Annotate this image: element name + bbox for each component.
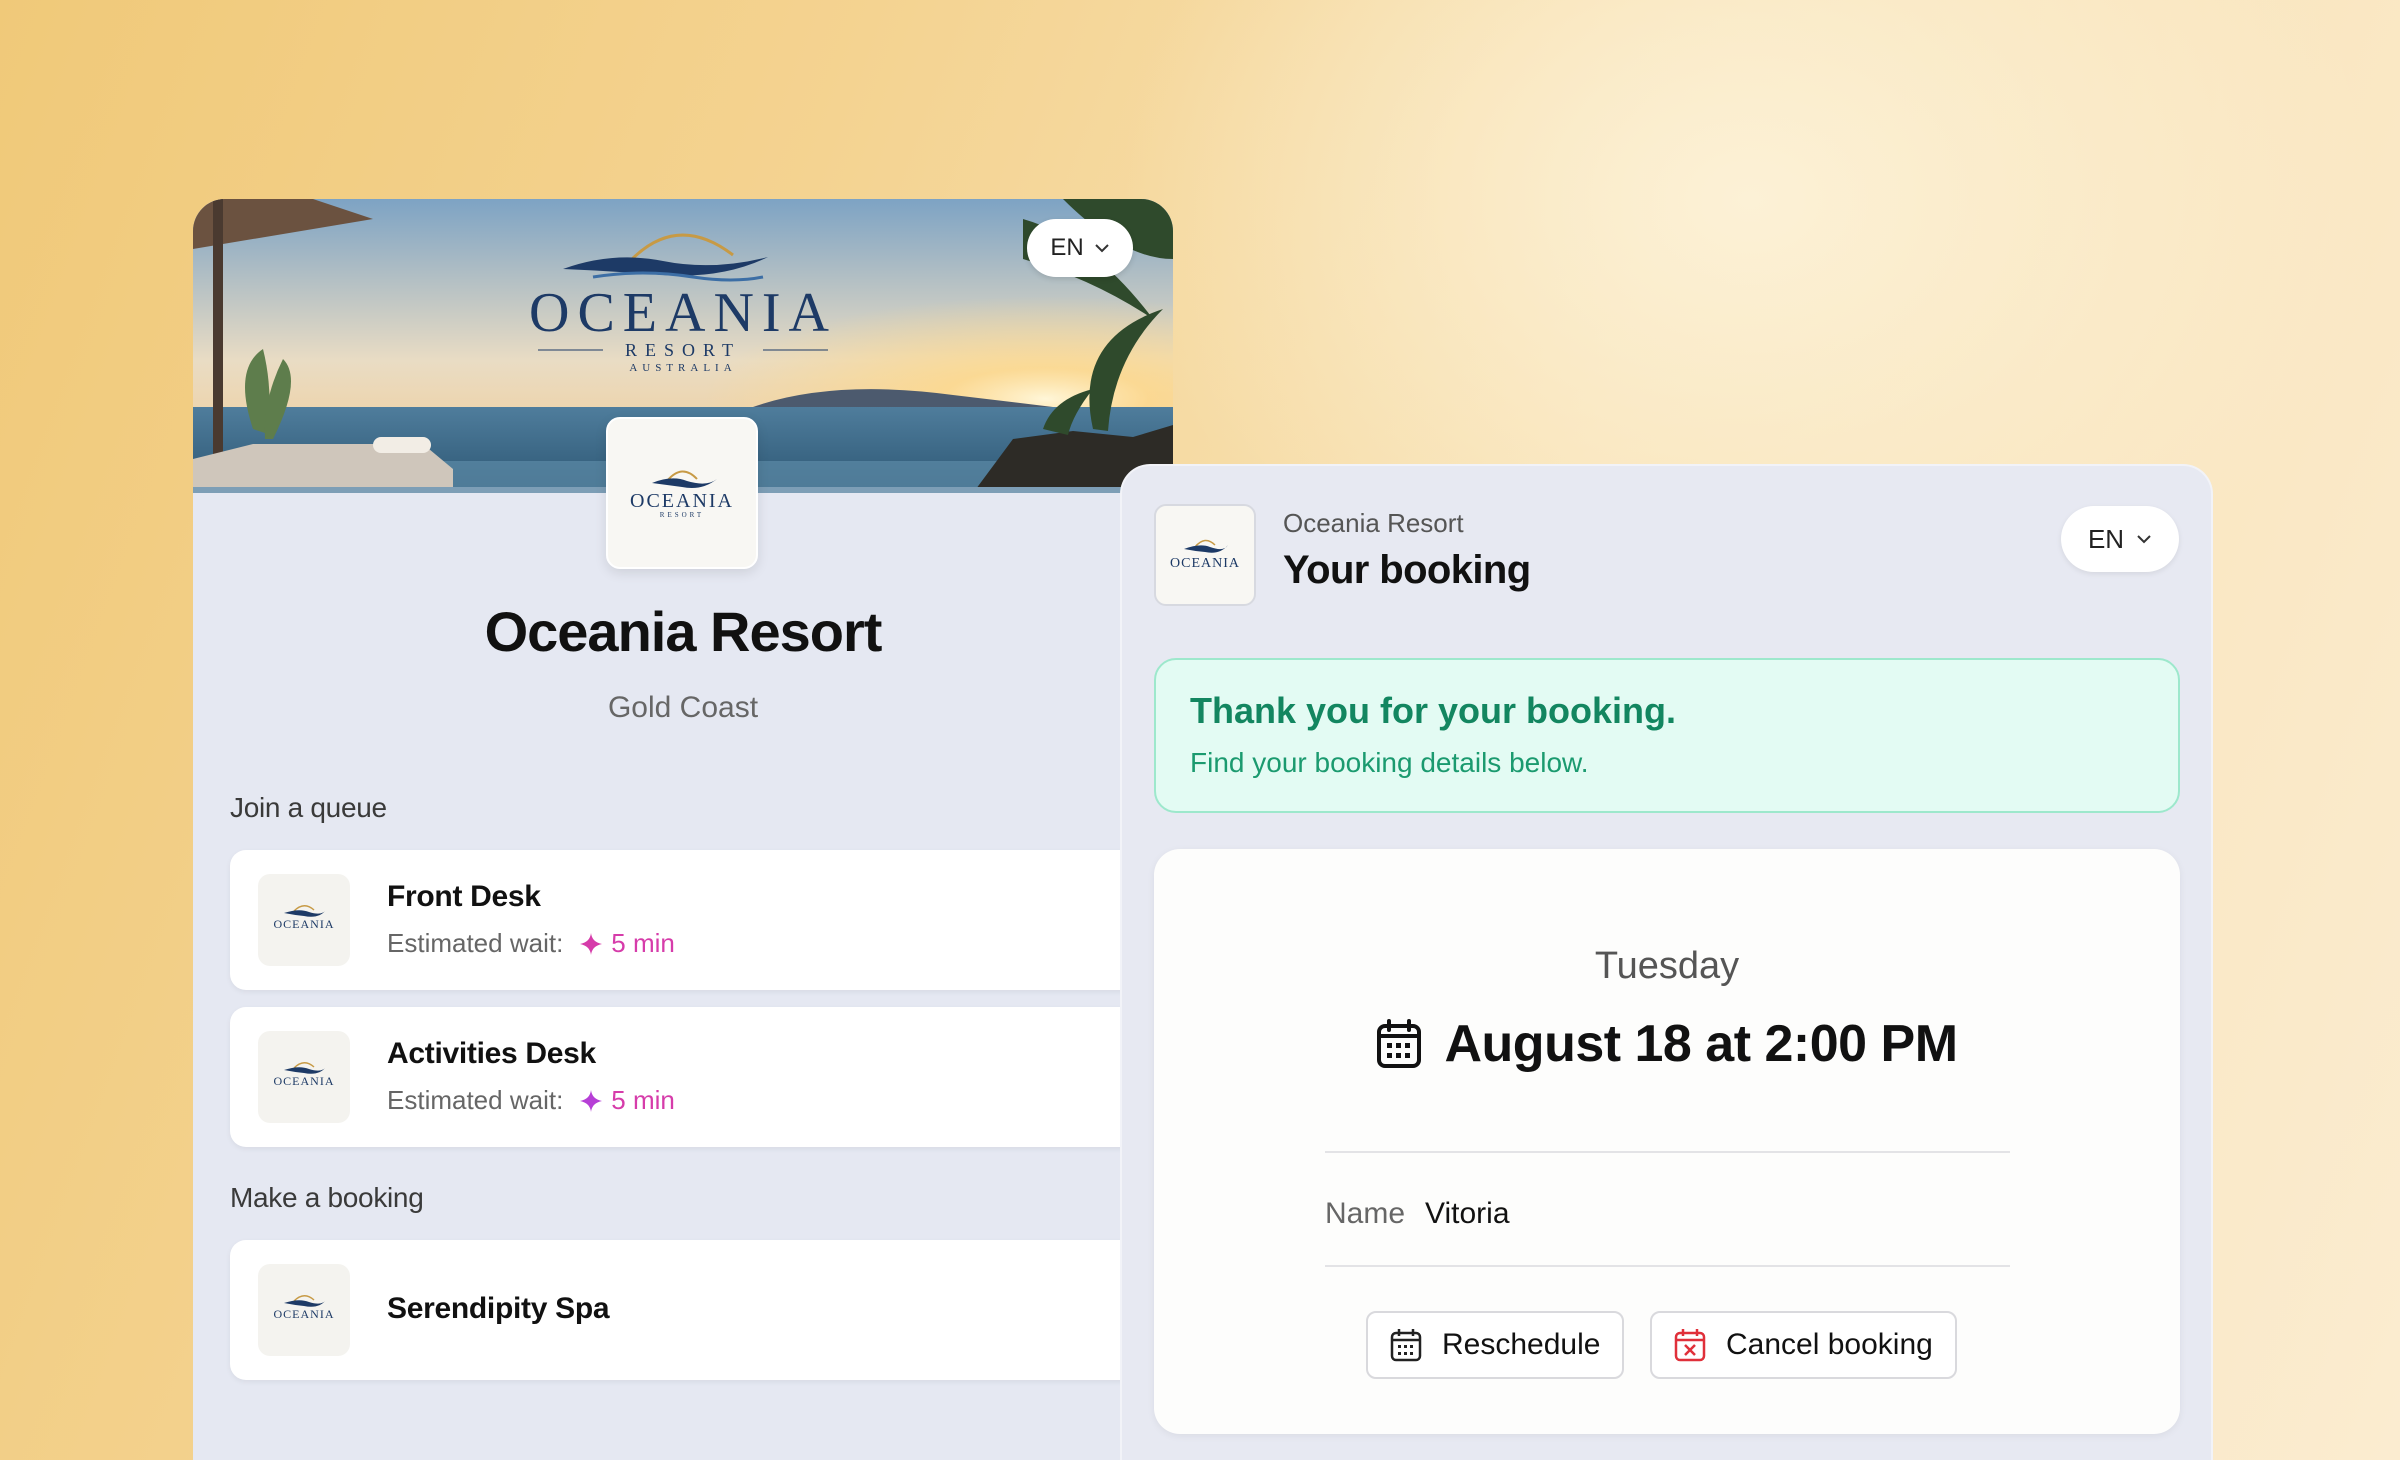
queue-item-front-desk[interactable]: OCEANIA Front Desk Estimated wait: 5 min <box>230 850 1173 990</box>
wait-value: 5 min <box>611 1085 675 1115</box>
queue-thumb: OCEANIA <box>258 1031 350 1123</box>
booking-thumb: OCEANIA <box>258 1264 350 1356</box>
booking-details-card: Tuesday August 18 at 2:00 PM Name Vitori… <box>1154 849 2180 1434</box>
sparkle-icon <box>579 1089 603 1113</box>
language-label: EN <box>1050 234 1084 261</box>
success-message: Find your booking details below. <box>1190 747 1589 778</box>
queue-name: Activities Desk <box>387 1037 596 1070</box>
success-title: Thank you for your booking. <box>1190 690 1676 731</box>
cancel-booking-button[interactable]: Cancel booking <box>1650 1311 1957 1379</box>
oceania-logo-icon: OCEANIA <box>274 905 335 931</box>
booking-name: Serendipity Spa <box>387 1292 610 1325</box>
oceania-logo-icon: OCEANIA <box>1170 539 1240 571</box>
wait-label: Estimated wait: <box>387 1085 564 1115</box>
calendar-icon <box>1390 1329 1422 1362</box>
svg-text:AUSTRALIA: AUSTRALIA <box>629 362 736 374</box>
oceania-logo-icon: OCEANIA <box>274 1062 335 1088</box>
venue-panel: OCEANIA RESORT AUSTRALIA EN OCEANIA RESO… <box>193 199 1173 1460</box>
svg-text:RESORT: RESORT <box>625 340 741 360</box>
venue-location: Gold Coast <box>607 691 759 724</box>
divider <box>1325 1265 2010 1267</box>
svg-text:OCEANIA: OCEANIA <box>630 490 734 512</box>
queue-name: Front Desk <box>387 880 541 913</box>
venue-logo: OCEANIA <box>1154 504 1256 606</box>
oceania-logo-icon: OCEANIA <box>274 1295 335 1321</box>
oceania-logo-icon: OCEANIA RESORT <box>630 470 734 519</box>
svg-text:OCEANIA: OCEANIA <box>1170 556 1240 571</box>
booking-datetime-text: August 18 at 2:00 PM <box>1444 1015 1958 1073</box>
language-label: EN <box>2087 523 2125 554</box>
queue-item-activities-desk[interactable]: OCEANIA Activities Desk Estimated wait: … <box>230 1007 1173 1147</box>
page-title: Your booking <box>1283 548 1531 592</box>
queue-thumb: OCEANIA <box>258 874 350 966</box>
booking-datetime: August 18 at 2:00 PM <box>1154 1014 2180 1074</box>
reschedule-label: Reschedule <box>1442 1328 1601 1361</box>
sparkle-icon <box>579 932 603 956</box>
venue-title: Oceania Resort <box>484 600 883 663</box>
estimated-wait: Estimated wait: 5 min <box>387 928 675 959</box>
name-value: Vitoria <box>1425 1197 1510 1230</box>
reschedule-button[interactable]: Reschedule <box>1366 1311 1625 1379</box>
venue-logo: OCEANIA RESORT <box>606 417 758 569</box>
venue-name: Oceania Resort <box>1283 508 1464 538</box>
chevron-down-icon <box>2137 535 2151 544</box>
queue-section-label: Join a queue <box>230 792 387 823</box>
svg-text:OCEANIA: OCEANIA <box>274 1307 335 1321</box>
calendar-icon <box>1377 1019 1422 1068</box>
svg-text:OCEANIA: OCEANIA <box>274 1074 335 1088</box>
language-selector[interactable]: EN <box>2061 506 2179 572</box>
divider <box>1325 1151 2010 1153</box>
chevron-down-icon <box>1094 244 1109 253</box>
booking-panel: OCEANIA Oceania Resort Your booking EN T… <box>1120 464 2213 1460</box>
wait-label: Estimated wait: <box>387 928 564 958</box>
estimated-wait: Estimated wait: 5 min <box>387 1085 675 1116</box>
svg-text:OCEANIA: OCEANIA <box>274 917 335 931</box>
wait-value: 5 min <box>611 928 675 958</box>
svg-text:RESORT: RESORT <box>660 511 704 519</box>
cancel-label: Cancel booking <box>1726 1328 1933 1361</box>
guest-name-row: Name Vitoria <box>1325 1197 1510 1231</box>
booking-item-serendipity-spa[interactable]: OCEANIA Serendipity Spa <box>230 1240 1173 1380</box>
calendar-cancel-icon <box>1674 1329 1706 1362</box>
hero-brand: OCEANIA <box>529 282 837 344</box>
name-label: Name <box>1325 1197 1406 1230</box>
booking-section-label: Make a booking <box>230 1182 424 1213</box>
booking-day: Tuesday <box>1594 945 1740 987</box>
success-banner: Thank you for your booking. Find your bo… <box>1154 658 2180 813</box>
language-selector[interactable]: EN <box>1027 219 1133 277</box>
